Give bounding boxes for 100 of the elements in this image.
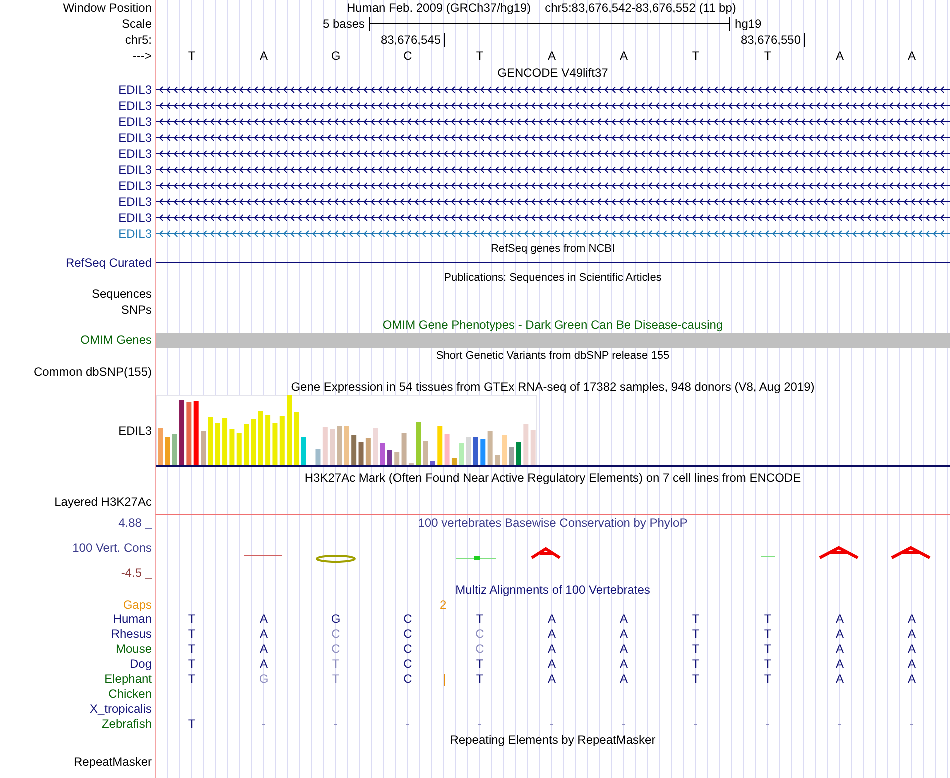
track-label: SNPs bbox=[120, 302, 153, 318]
gene-track-line[interactable] bbox=[156, 182, 950, 190]
gene-track-line[interactable] bbox=[156, 150, 950, 158]
base-letter: C bbox=[402, 48, 414, 64]
base-letter: G bbox=[330, 48, 342, 64]
gene-label[interactable]: EDIL3 bbox=[0, 162, 155, 178]
gene-track-line[interactable] bbox=[156, 118, 950, 126]
aligned-base: A bbox=[546, 672, 557, 687]
aligned-base: C bbox=[402, 672, 414, 687]
aligned-base: G bbox=[330, 612, 342, 627]
aligned-base: A bbox=[546, 612, 557, 627]
gene-track-line[interactable] bbox=[156, 134, 950, 142]
species-label: X_tropicalis bbox=[88, 702, 153, 717]
aligned-base: T bbox=[187, 717, 197, 732]
species-label: Human bbox=[112, 612, 153, 627]
gene-label[interactable]: EDIL3 bbox=[0, 194, 155, 210]
aligned-base: T bbox=[187, 642, 197, 657]
aligned-base: - bbox=[693, 717, 699, 732]
track-title: RefSeq genes from NCBI bbox=[490, 242, 616, 256]
aligned-base: - bbox=[477, 717, 483, 732]
gene-label[interactable]: EDIL3 bbox=[0, 210, 155, 226]
gene-track-line[interactable] bbox=[156, 166, 950, 174]
species-label: Rhesus bbox=[110, 627, 153, 642]
gene-label[interactable]: EDIL3 bbox=[0, 130, 155, 146]
gene-label[interactable]: EDIL3 bbox=[0, 226, 155, 242]
coordinate-tick: 83,676,550 bbox=[445, 33, 805, 47]
aligned-base: A bbox=[546, 657, 557, 672]
aligned-base: - bbox=[621, 717, 627, 732]
aligned-base: A bbox=[618, 657, 629, 672]
aligned-base: A bbox=[906, 642, 917, 657]
track-label: ---> bbox=[132, 48, 153, 64]
gene-label[interactable]: EDIL3 bbox=[0, 114, 155, 130]
aligned-base: T bbox=[187, 627, 197, 642]
aligned-base: A bbox=[258, 627, 269, 642]
aligned-base: C bbox=[402, 627, 414, 642]
coordinate-tick: 83,676,545 bbox=[156, 33, 445, 47]
gene-track-line[interactable] bbox=[156, 102, 950, 110]
track-title: Multiz Alignments of 100 Vertebrates bbox=[456, 582, 650, 598]
aligned-base: - bbox=[261, 717, 267, 732]
species-label: Elephant bbox=[104, 672, 153, 687]
aligned-base: G bbox=[258, 672, 270, 687]
aligned-base: - bbox=[837, 717, 843, 732]
gene-track-line[interactable] bbox=[156, 214, 950, 222]
track-title: Repeating Elements by RepeatMasker bbox=[450, 732, 656, 748]
base-letter: A bbox=[906, 48, 917, 64]
aligned-base: T bbox=[187, 657, 197, 672]
aligned-base: T bbox=[763, 612, 773, 627]
species-label: Mouse bbox=[114, 642, 153, 657]
track-label: Layered H3K27Ac bbox=[54, 494, 153, 511]
track-label: Gaps bbox=[122, 598, 153, 612]
aligned-base: T bbox=[691, 672, 701, 687]
base-letter: T bbox=[475, 48, 485, 64]
aligned-base: A bbox=[834, 657, 845, 672]
aligned-base: C bbox=[330, 642, 342, 657]
species-label: Chicken bbox=[108, 687, 153, 702]
track-label: Scale bbox=[120, 16, 153, 32]
aligned-base: T bbox=[763, 627, 773, 642]
gene-label[interactable]: EDIL3 bbox=[0, 146, 155, 162]
aligned-base: A bbox=[906, 672, 917, 687]
gene-track-line[interactable] bbox=[156, 198, 950, 206]
track-label: OMIM Genes bbox=[80, 332, 153, 348]
aligned-base: T bbox=[763, 657, 773, 672]
aligned-base: C bbox=[330, 627, 342, 642]
track-label: RefSeq Curated bbox=[64, 256, 153, 270]
aligned-base: A bbox=[258, 612, 269, 627]
track-title: H3K27Ac Mark (Often Found Near Active Regulatory Elements) on 7 cell lines from ENCODE bbox=[304, 470, 802, 487]
aligned-base: - bbox=[765, 717, 771, 732]
aligned-base: T bbox=[691, 657, 701, 672]
aligned-base: T bbox=[763, 642, 773, 657]
aligned-base: T bbox=[691, 627, 701, 642]
aligned-base: T bbox=[763, 672, 773, 687]
axis-max-label: 4.88 _ bbox=[118, 515, 154, 531]
aligned-base: A bbox=[546, 627, 557, 642]
base-letter: A bbox=[546, 48, 557, 64]
aligned-base: T bbox=[475, 672, 485, 687]
gene-track-line[interactable] bbox=[156, 86, 950, 94]
aligned-base: T bbox=[331, 672, 341, 687]
aligned-base: - bbox=[405, 717, 411, 732]
gene-label[interactable]: EDIL3 bbox=[0, 178, 155, 194]
track-label: Sequences bbox=[90, 286, 153, 302]
aligned-base: A bbox=[834, 612, 845, 627]
aligned-base: A bbox=[834, 672, 845, 687]
aligned-base: A bbox=[618, 672, 629, 687]
aligned-base: A bbox=[258, 657, 269, 672]
track-label: EDIL3 bbox=[118, 423, 153, 440]
aligned-base: C bbox=[474, 642, 486, 657]
aligned-base: A bbox=[906, 627, 917, 642]
aligned-base: A bbox=[834, 642, 845, 657]
aligned-base: - bbox=[549, 717, 555, 732]
gene-track-line[interactable] bbox=[156, 230, 950, 238]
aligned-base: A bbox=[906, 612, 917, 627]
gene-label[interactable]: EDIL3 bbox=[0, 82, 155, 98]
base-letter: T bbox=[187, 48, 197, 64]
track-label: 100 Vert. Cons bbox=[72, 540, 153, 556]
gene-label[interactable]: EDIL3 bbox=[0, 98, 155, 114]
aligned-base: A bbox=[258, 642, 269, 657]
aligned-base: T bbox=[187, 612, 197, 627]
scale-label: 5 bases bbox=[323, 16, 366, 32]
gap-count: 2 bbox=[440, 598, 447, 612]
base-letter: A bbox=[618, 48, 629, 64]
